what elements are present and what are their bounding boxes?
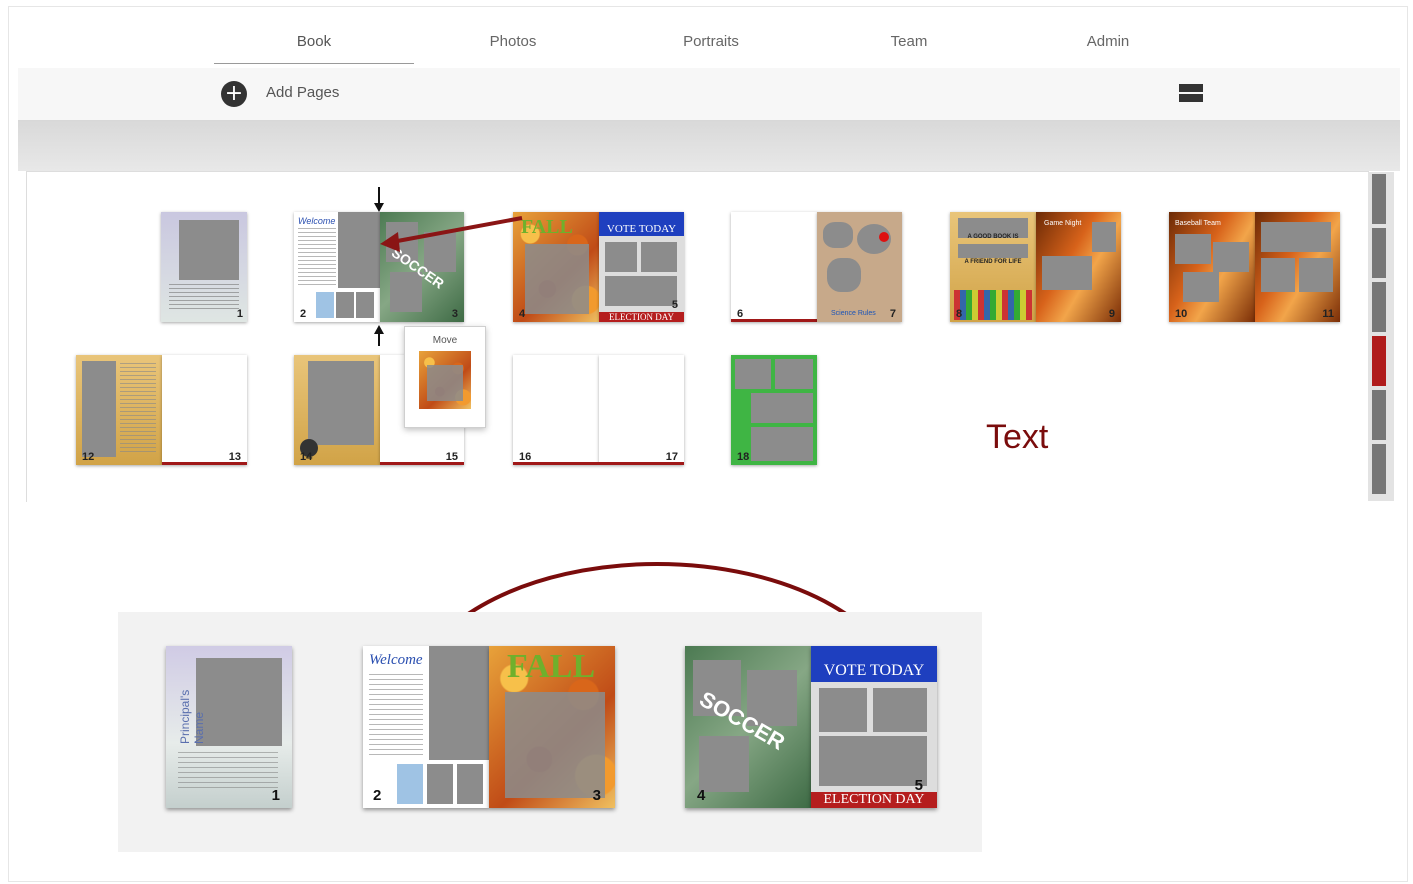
move-drag-preview: Move <box>404 326 486 428</box>
zoom-page-3: FALL 3 <box>489 646 615 808</box>
page-title-text: Principal's Name <box>178 689 206 744</box>
page-number: 5 <box>914 777 923 794</box>
page-number: 1 <box>271 787 280 804</box>
move-preview-thumb <box>419 351 471 409</box>
move-label: Move <box>432 335 458 346</box>
page-number: 4 <box>697 787 706 804</box>
zoom-page-1: Principal's Name 1 <box>166 646 292 808</box>
zoom-page-4: SOCCER 4 <box>685 646 811 808</box>
page-banner-text: VOTE TODAY <box>811 646 937 682</box>
page-banner-text: ELECTION DAY <box>811 792 937 808</box>
page-number: 3 <box>592 787 601 804</box>
page-title-text: Welcome <box>369 652 423 668</box>
zoom-page-5: VOTE TODAY ELECTION DAY 5 <box>811 646 937 808</box>
page-title-text: FALL <box>507 648 596 685</box>
page-number: 2 <box>373 787 382 804</box>
annotation-text: Text <box>986 418 1049 456</box>
zoom-detail-panel: Principal's Name 1 Welcome 2 FALL 3 SOCC… <box>118 612 982 852</box>
zoom-page-2: Welcome 2 <box>363 646 489 808</box>
